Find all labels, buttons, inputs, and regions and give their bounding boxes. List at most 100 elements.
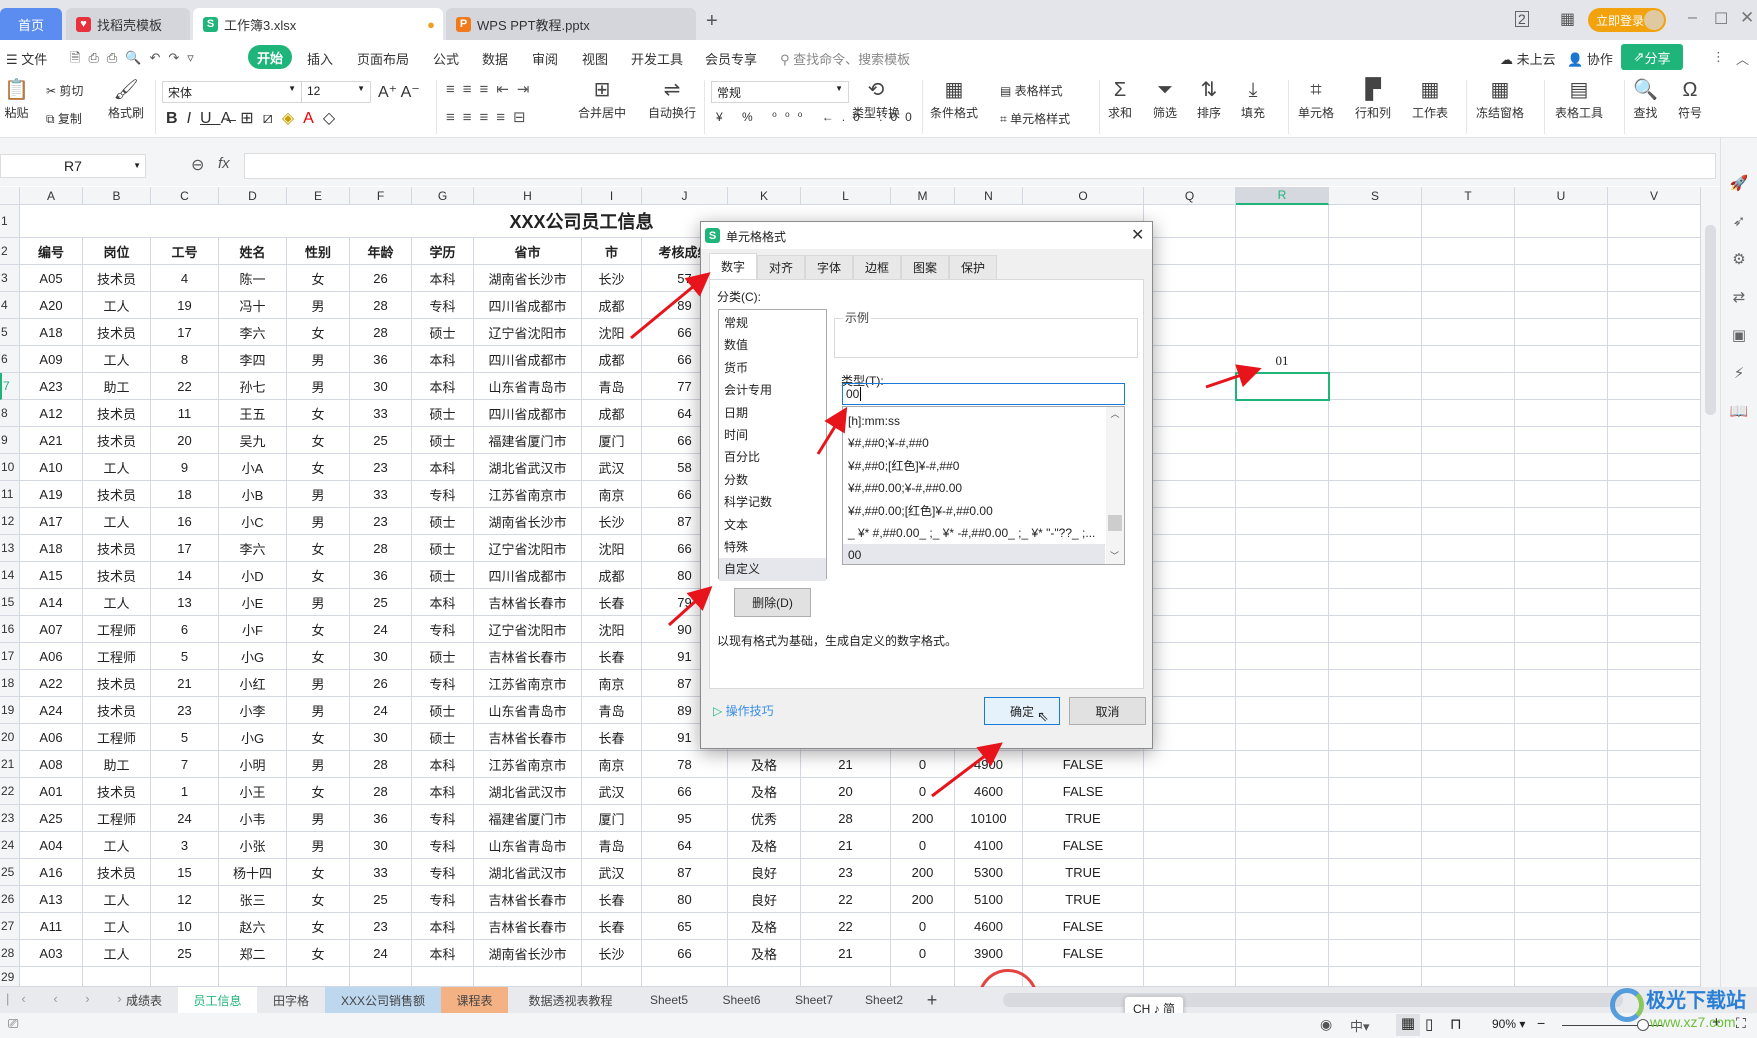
cell[interactable]: 工人	[83, 940, 151, 967]
row-header-11[interactable]: 11	[0, 481, 20, 508]
cell[interactable]	[1515, 205, 1608, 238]
cell[interactable]: 吉林省长春市	[474, 913, 582, 940]
cell[interactable]	[1515, 319, 1608, 346]
fill-button[interactable]: ⤓ 填充	[1241, 76, 1265, 121]
file-menu[interactable]: ☰ 文件	[6, 49, 47, 68]
cell[interactable]	[1608, 670, 1701, 697]
cell[interactable]: A06	[20, 724, 83, 751]
cell[interactable]	[1608, 205, 1701, 238]
cell[interactable]	[83, 967, 151, 987]
cell[interactable]	[1422, 373, 1515, 400]
conditional-format-button[interactable]: ▦ 条件格式	[930, 76, 978, 121]
cell[interactable]: 17	[151, 535, 219, 562]
cell[interactable]: 1	[151, 778, 219, 805]
cell[interactable]: 男	[287, 508, 350, 535]
cell[interactable]: 工人	[83, 346, 151, 373]
cell[interactable]	[1329, 778, 1422, 805]
cell[interactable]	[1515, 481, 1608, 508]
cell[interactable]: 21	[801, 940, 891, 967]
cell[interactable]: 湖南省长沙市	[474, 508, 582, 535]
row-header-8[interactable]: 8	[0, 400, 20, 427]
sheet-tab[interactable]: 课程表	[441, 987, 508, 1013]
cell[interactable]: 优秀	[728, 805, 801, 832]
column-header-U[interactable]: U	[1515, 187, 1608, 205]
cell[interactable]: 28	[350, 319, 412, 346]
cell[interactable]: 男	[287, 697, 350, 724]
tab-home[interactable]: 首页	[0, 8, 62, 40]
cell[interactable]: A07	[20, 616, 83, 643]
cell[interactable]: 小韦	[219, 805, 287, 832]
cell[interactable]: 本科	[412, 265, 474, 292]
cell[interactable]: 技术员	[83, 535, 151, 562]
cell[interactable]: 助工	[83, 751, 151, 778]
cell[interactable]	[1236, 481, 1329, 508]
cell[interactable]	[1422, 886, 1515, 913]
cell[interactable]	[1515, 967, 1608, 987]
cell[interactable]: 山东省青岛市	[474, 697, 582, 724]
cell[interactable]: 0	[891, 832, 955, 859]
cell[interactable]	[1608, 778, 1701, 805]
cell[interactable]: 辽宁省沈阳市	[474, 319, 582, 346]
page-break-view-icon[interactable]: ⊓	[1450, 1015, 1462, 1033]
table-tools-button[interactable]: ▤ 表格工具	[1555, 76, 1603, 121]
cell[interactable]: 19	[151, 292, 219, 319]
fullscreen-icon[interactable]: ⛶	[1736, 1015, 1746, 1032]
font-grow-shrink-buttons[interactable]: A⁺ A⁻	[378, 82, 420, 102]
column-header-M[interactable]: M	[891, 187, 955, 205]
cell[interactable]	[412, 967, 474, 987]
cell[interactable]	[1329, 454, 1422, 481]
cell[interactable]: 小红	[219, 670, 287, 697]
cell[interactable]	[1422, 508, 1515, 535]
collaborate-button[interactable]: 👤 协作	[1567, 49, 1613, 68]
column-title[interactable]	[1144, 238, 1236, 265]
cell[interactable]: 硕士	[412, 697, 474, 724]
cell[interactable]: 女	[287, 643, 350, 670]
menu-formula[interactable]: 公式	[433, 49, 459, 68]
cell[interactable]: 200	[891, 859, 955, 886]
cell[interactable]: 硕士	[412, 643, 474, 670]
cell[interactable]: A16	[20, 859, 83, 886]
column-header-V[interactable]: V	[1608, 187, 1701, 205]
sheet-tab[interactable]: Sheet6	[705, 987, 778, 1013]
cell[interactable]: 杨十四	[219, 859, 287, 886]
type-input[interactable]: 00	[842, 383, 1125, 405]
tab-docer[interactable]: ♥ 找稻壳模板	[66, 8, 190, 40]
pointer-icon[interactable]: ➶	[1733, 212, 1746, 230]
cell[interactable]: 小F	[219, 616, 287, 643]
cell[interactable]: 18	[151, 481, 219, 508]
login-button[interactable]: 立即登录	[1588, 8, 1666, 32]
sheet-tab[interactable]: Sheet2	[850, 987, 918, 1013]
cell[interactable]	[1144, 751, 1236, 778]
zoom-out-button[interactable]: −	[1537, 1015, 1545, 1031]
cell[interactable]	[1236, 805, 1329, 832]
cell[interactable]: 13	[151, 589, 219, 616]
category-item[interactable]: 货币	[719, 357, 826, 379]
font-size-select[interactable]: 12 ▼	[301, 81, 371, 103]
cell[interactable]: 专科	[412, 859, 474, 886]
cell[interactable]	[1329, 265, 1422, 292]
worksheet-button[interactable]: ▦ 工作表	[1412, 76, 1448, 121]
cell[interactable]	[1144, 205, 1236, 238]
cell[interactable]: A23	[20, 373, 83, 400]
cell[interactable]	[1329, 670, 1422, 697]
column-title[interactable]	[1608, 238, 1701, 265]
cell[interactable]: 36	[350, 346, 412, 373]
cell[interactable]: 吉林省长春市	[474, 589, 582, 616]
row-header-13[interactable]: 13	[0, 535, 20, 562]
cell[interactable]	[1608, 886, 1701, 913]
cell[interactable]	[1515, 778, 1608, 805]
row-header-22[interactable]: 22	[0, 778, 20, 805]
cell[interactable]: 长春	[582, 724, 642, 751]
cell[interactable]: 青岛	[582, 832, 642, 859]
cell[interactable]: 男	[287, 292, 350, 319]
cell[interactable]	[1144, 616, 1236, 643]
cell[interactable]	[1144, 292, 1236, 319]
cell[interactable]: 长沙	[582, 265, 642, 292]
row-header-19[interactable]: 19	[0, 697, 20, 724]
cell[interactable]	[1144, 832, 1236, 859]
cell[interactable]: 王五	[219, 400, 287, 427]
cell[interactable]: 24	[350, 616, 412, 643]
menu-data[interactable]: 数据	[482, 49, 508, 68]
cell[interactable]	[1608, 940, 1701, 967]
cell[interactable]: 33	[350, 859, 412, 886]
